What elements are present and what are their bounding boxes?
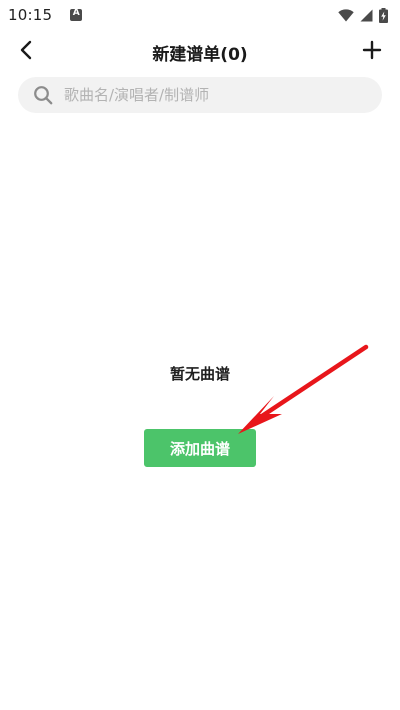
page-title: 新建谱单(0) — [152, 44, 248, 65]
app-screen: 10:15 A 新建谱单(0) 歌曲名/演唱者/制谱师 暂无曲谱 添加曲谱 — [0, 0, 400, 710]
notification-a-icon — [70, 8, 83, 21]
status-icons — [338, 7, 388, 23]
add-button[interactable] — [358, 38, 386, 66]
status-time: 10:15 — [8, 6, 53, 24]
wifi-icon — [338, 8, 354, 22]
add-score-button[interactable]: 添加曲谱 — [144, 429, 256, 467]
plus-icon — [362, 40, 382, 64]
search-bar[interactable] — [18, 77, 382, 113]
battery-charging-icon — [379, 7, 388, 23]
search-input[interactable] — [64, 86, 364, 104]
chevron-left-icon — [18, 40, 34, 64]
search-icon — [32, 84, 54, 106]
empty-state-message: 暂无曲谱 — [169, 365, 230, 383]
signal-icon — [360, 9, 373, 22]
status-bar: 10:15 — [0, 0, 400, 30]
back-button[interactable] — [12, 38, 40, 66]
header-bar: 新建谱单(0) — [0, 30, 400, 74]
